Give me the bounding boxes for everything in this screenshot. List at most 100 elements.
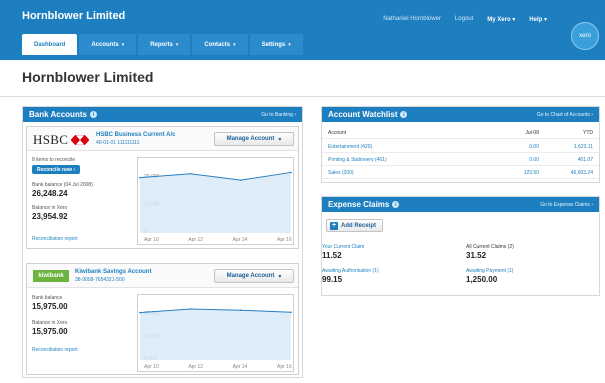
hsbc-manage-account-button[interactable]: Manage Account ▾ <box>214 132 294 146</box>
hsbc-chart-x-tick-label: Apr 12 <box>188 237 203 243</box>
hsbc-account-name[interactable]: HSBC Business Current A/c <box>96 132 175 138</box>
go-to-expense-claims-link[interactable]: Go to Expense Claims › <box>540 202 593 208</box>
hsbc-chart-svg: 20,00010,0000Apr 10Apr 12Apr 14Apr 16 <box>139 171 292 243</box>
kiwibank-chart-svg: 15,00010,0005,000Apr 10Apr 12Apr 14Apr 1… <box>139 308 292 370</box>
tab-reports[interactable]: Reports ▾ <box>138 34 191 55</box>
watchlist-ytd: 401.07 <box>577 156 593 163</box>
hsbc-chart-x-tick-label: Apr 14 <box>233 237 248 243</box>
my-xero-label: My Xero <box>487 17 511 23</box>
items-to-reconcile-text: 8 items to reconcile <box>32 157 76 163</box>
kiwibank-bank-balance-label: Bank balance <box>32 295 63 301</box>
hsbc-reconciliation-report-link[interactable]: Reconciliation report <box>32 236 78 242</box>
org-name[interactable]: Hornblower Limited <box>22 10 125 22</box>
col-account: Account <box>328 129 347 136</box>
xero-logo[interactable]: xero <box>571 22 599 50</box>
awaiting-payment-value: 1,250.00 <box>466 275 498 284</box>
expense-claims-panel: Expense Claims i Go to Expense Claims › +… <box>321 196 600 296</box>
hsbc-account-header: HSBC HSBC Business Current A/c 40-01-01 … <box>27 127 298 151</box>
current-claim-link[interactable]: Your Current Claim <box>322 244 364 250</box>
chevron-down-icon: ▾ <box>233 41 236 48</box>
watchlist-account[interactable]: Entertainment (420) <box>328 144 372 150</box>
kiwibank-chart-data-point <box>239 309 242 311</box>
kiwibank-chart-x-tick-label: Apr 10 <box>144 364 159 370</box>
tab-accounts[interactable]: Accounts ▾ <box>79 34 137 55</box>
kiwibank-bank-balance: 15,975.00 <box>32 302 68 311</box>
kiwibank-chart-series-area <box>140 309 291 360</box>
chevron-down-icon: ▾ <box>278 273 282 280</box>
chevron-down-icon: ▾ <box>121 41 125 48</box>
info-icon[interactable]: i <box>392 201 400 208</box>
page-title: Hornblower Limited <box>22 69 154 85</box>
kiwibank-account-name[interactable]: Kiwibank Savings Account <box>75 269 151 275</box>
help-menu[interactable]: Help ▾ <box>529 16 547 23</box>
watchlist-header-row: Account Jul-08 YTD <box>322 127 599 139</box>
kiwibank-account-card: kiwibank Kiwibank Savings Account 38-900… <box>26 263 299 375</box>
chevron-down-icon: ▾ <box>175 41 179 48</box>
manage-label: Manage Account <box>226 136 275 142</box>
hsbc-hexagon-icon <box>71 135 90 145</box>
go-to-chart-of-accounts-link[interactable]: Go to Chart of Accounts › <box>537 112 593 118</box>
info-icon[interactable]: i <box>400 111 408 118</box>
hsbc-chart-data-point <box>290 171 292 174</box>
hsbc-chart-series-area <box>140 172 291 233</box>
kiwibank-chart-x-tick-label: Apr 16 <box>277 364 292 370</box>
watchlist-month: 0.00 <box>529 143 539 150</box>
hsbc-account-number: 40-01-01 111111111 <box>96 140 140 146</box>
user-name-link[interactable]: Nathaniel Hornblower <box>383 16 441 23</box>
main-nav-tabs: Dashboard Accounts ▾ Reports ▾ Contacts ▾ S… <box>22 34 305 55</box>
hsbc-chart-x-tick-label: Apr 16 <box>277 237 292 243</box>
tab-dashboard[interactable]: Dashboard <box>22 34 78 55</box>
tab-contacts[interactable]: Contacts ▾ <box>192 34 248 55</box>
info-icon[interactable]: i <box>89 111 97 118</box>
bank-accounts-title: Bank Accounts <box>29 110 87 119</box>
add-receipt-button[interactable]: + Add Receipt <box>326 219 384 232</box>
kiwibank-manage-account-button[interactable]: Manage Account ▾ <box>214 269 294 283</box>
my-xero-menu[interactable]: My Xero ▾ <box>487 16 515 23</box>
logout-link[interactable]: Logout <box>455 16 473 23</box>
reconcile-now-button[interactable]: Reconcile now › <box>32 165 81 174</box>
watchlist-account[interactable]: Sales (200) <box>328 170 354 176</box>
hsbc-chart-data-point <box>239 179 242 181</box>
kiwibank-reconciliation-report-link[interactable]: Reconciliation report <box>32 347 78 353</box>
hsbc-bank-balance-label: Bank balance (04 Jul 2008) <box>32 182 93 188</box>
hsbc-chart-data-point <box>189 172 192 175</box>
expense-claims-title: Expense Claims <box>328 200 390 209</box>
hsbc-balance-chart: 20,00010,0000Apr 10Apr 12Apr 14Apr 16 <box>137 157 294 245</box>
hsbc-account-card: HSBC HSBC Business Current A/c 40-01-01 … <box>26 126 299 249</box>
bank-accounts-panel: Bank Accounts i Go to Banking › HSBC HSBC… <box>22 106 303 378</box>
kiwibank-chart-data-point <box>290 311 292 314</box>
kiwibank-xero-balance-label: Balance in Xero <box>32 320 68 326</box>
go-to-banking-link[interactable]: Go to Banking › <box>261 112 296 118</box>
tab-label: Settings <box>261 41 286 48</box>
kiwibank-logo: kiwibank <box>33 270 69 282</box>
watchlist-ytd: 46,603.24 <box>570 169 593 176</box>
tab-label: Contacts <box>204 41 231 48</box>
kiwibank-balance-chart: 15,00010,0005,000Apr 10Apr 12Apr 14Apr 1… <box>137 294 294 372</box>
hsbc-chart-data-point <box>139 176 141 179</box>
watchlist-month: 0.00 <box>529 156 539 163</box>
table-row[interactable]: Sales (200) 123.50 46,603.24 <box>322 167 599 179</box>
tab-settings[interactable]: Settings ▾ <box>249 34 303 55</box>
table-row[interactable]: Entertainment (420) 0.00 1,623.11 <box>322 141 599 153</box>
expense-claims-header: Expense Claims i Go to Expense Claims › <box>322 197 599 212</box>
awaiting-payment-link[interactable]: Awaiting Payment (1) <box>466 268 513 274</box>
tab-label: Reports <box>150 41 173 48</box>
hsbc-logo: HSBC <box>33 132 90 148</box>
help-label: Help <box>529 17 543 23</box>
chevron-down-icon: ▾ <box>512 17 516 23</box>
hsbc-bank-balance: 26,248.24 <box>32 189 68 198</box>
watchlist-account[interactable]: Printing & Stationery (461) <box>328 157 387 163</box>
chevron-down-icon: ▾ <box>288 41 291 48</box>
awaiting-authorisation-value: 99.15 <box>322 275 343 284</box>
table-row[interactable]: Printing & Stationery (461) 0.00 401.07 <box>322 154 599 166</box>
watchlist-month: 123.50 <box>523 169 539 176</box>
bank-accounts-header: Bank Accounts i Go to Banking › <box>23 107 302 122</box>
all-claims-value: 31.52 <box>466 251 487 260</box>
kiwibank-xero-balance: 15,975.00 <box>32 327 68 336</box>
watchlist-ytd: 1,623.11 <box>573 143 593 150</box>
chevron-down-icon: ▾ <box>543 17 547 23</box>
plus-icon: + <box>330 221 338 230</box>
awaiting-authorisation-link[interactable]: Awaiting Authorisation (1) <box>322 268 379 274</box>
tab-label: Accounts <box>91 41 119 48</box>
account-watchlist-panel: Account Watchlist i Go to Chart of Accoun… <box>321 106 600 183</box>
